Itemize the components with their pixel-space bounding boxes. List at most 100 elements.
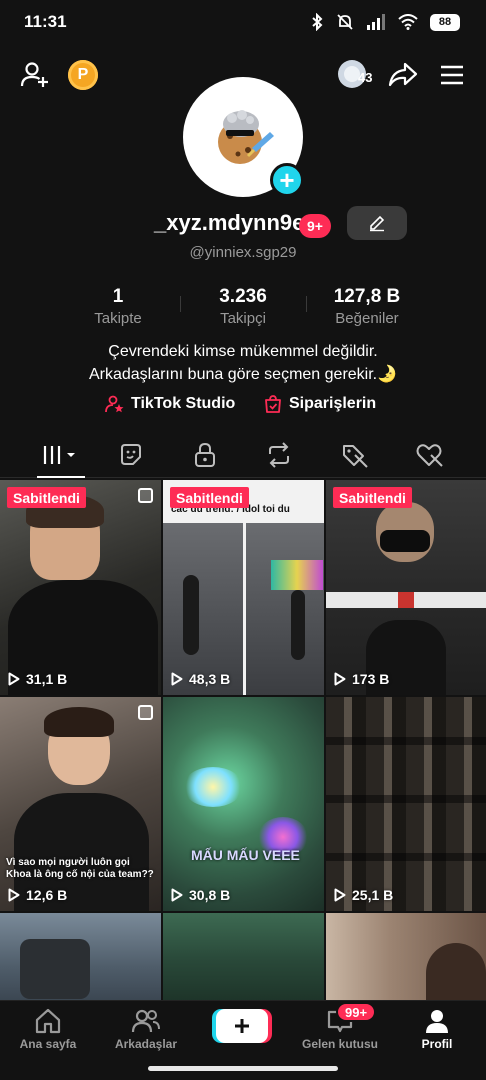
bio-line-2: Arkadaşlarını buna göre seçmen gerekir.🌛 [88,366,398,383]
creator-person-star-icon [105,395,124,413]
hamburger-menu-icon [441,65,463,85]
tab-private[interactable] [175,432,235,478]
edit-profile-button[interactable] [347,206,407,240]
orders-link[interactable]: Siparişlerin [263,394,376,414]
video-tile[interactable]: Sabitlendi 173 B [326,480,486,695]
videos-grid-icon [43,446,75,464]
multi-image-icon [138,488,153,503]
orders-label: Siparişlerin [289,395,377,412]
tiktok-studio-link[interactable]: TikTok Studio [105,394,235,414]
play-icon [334,888,346,902]
active-tab-indicator [37,476,85,478]
video-thumbnail-mask [380,530,430,552]
pinned-badge: Sabitlendi [333,487,412,508]
play-icon [171,888,183,902]
video-tile[interactable] [326,913,486,1000]
video-tile[interactable]: Vì sao mọi người luôn gọi Khoa là ông cố… [0,697,161,911]
video-thumbnail-dancer [291,590,305,660]
inbox-badge: 99+ [336,1002,377,1022]
bluetooth-icon [312,13,323,31]
coins-button[interactable]: P [68,60,98,90]
video-thumbnail-dancer [183,575,199,655]
nav-home[interactable]: Ana sayfa [0,1007,98,1051]
battery-indicator: 88 [430,13,460,31]
view-count-text: 12,6 B [26,887,68,903]
view-count-text: 30,8 B [189,887,231,903]
bio-line-1: Çevrendeki kimse mükemmel değildir. [108,343,378,360]
bottom-navigation: Ana sayfa Arkadaşlar Gelen kutusu Profil [0,1000,486,1060]
status-icons: 88 [310,13,460,31]
nav-profile-label: Profil [421,1037,453,1051]
profile-handle: @yinniex.sgp29 [189,244,297,261]
video-thumbnail-overlay [326,697,486,911]
view-count-text: 173 B [352,671,390,687]
followers-stat[interactable]: 3.236 Takipçi [183,286,303,327]
followers-count: 3.236 [219,286,267,307]
following-label: Takipte [94,310,142,327]
video-grid: Sabitlendi 31,1 B các du trend: / Idol t… [0,480,486,1000]
video-thumbnail [163,697,324,911]
tab-hidden-tags[interactable] [325,432,385,478]
add-story-plus-button[interactable]: + [270,163,304,197]
following-count: 1 [112,286,124,307]
home-icon [35,1008,61,1034]
tiktok-studio-label: TikTok Studio [131,395,236,412]
username-notification-badge[interactable]: 9+ [299,214,331,238]
profile-bio: Çevrendeki kimse mükemmel değildir. Arka… [0,340,486,386]
coin-icon: P [68,60,98,90]
tab-reposts[interactable] [249,432,309,478]
video-thumbnail-hair [44,707,114,737]
lock-icon [195,442,215,467]
pinned-badge: Sabitlendi [170,487,249,508]
video-caption: Vì sao mọi người luôn gọi Khoa là ông cố… [6,857,154,880]
profile-stats: 1 Takipte 3.236 Takipçi 127,8 B Beğenile… [0,286,486,330]
video-tile[interactable]: MẤU MẤU VEEE 30,8 B [163,697,324,911]
plus-icon [235,1019,249,1033]
home-indicator[interactable] [148,1066,338,1071]
view-count: 25,1 B [334,887,393,903]
shopping-bag-icon [265,395,281,413]
stat-divider [180,296,181,312]
multi-image-icon [138,705,153,720]
video-thumbnail [163,913,324,1000]
avatar-cookie-character-image [218,110,274,164]
likes-stat[interactable]: 127,8 B Beğeniler [307,286,427,327]
share-profile-button[interactable] [386,58,420,92]
video-thumbnail-person [426,943,486,1000]
tab-liked[interactable] [399,432,459,478]
video-tile[interactable]: 25,1 B [326,697,486,911]
menu-button[interactable] [436,58,468,92]
tab-videos[interactable] [31,432,91,478]
share-arrow-icon [388,62,418,87]
followers-label: Takipçi [220,310,266,327]
video-tile[interactable] [0,913,161,1000]
nav-inbox-label: Gelen kutusu [301,1037,378,1051]
story-count: 43 [358,70,373,85]
video-tile[interactable]: Sabitlendi 31,1 B [0,480,161,695]
likes-count: 127,8 B [333,286,401,307]
following-stat[interactable]: 1 Takipte [58,286,178,327]
username: _xyz.mdynn9e [154,210,305,235]
video-tile[interactable] [163,913,324,1000]
video-tile[interactable]: các du trend: / Idol toi du Sabitlendi 4… [163,480,324,695]
video-thumbnail-stage [271,560,323,590]
pencil-icon [370,215,385,232]
create-video-button[interactable] [216,1009,268,1043]
profile-person-icon [426,1010,448,1033]
video-thumbnail-scorebar [326,592,486,608]
pinned-badge: Sabitlendi [7,487,86,508]
hidden-heart-icon [416,444,443,467]
hidden-tag-icon [343,445,368,468]
video-thumbnail-chair [20,939,90,999]
tab-favorites[interactable] [101,432,161,478]
nav-profile[interactable]: Profil [387,1007,486,1051]
username-row: _xyz.mdynn9e 9+ [0,206,486,240]
nav-friends[interactable]: Arkadaşlar [96,1007,196,1051]
mute-icon [337,14,353,30]
add-friend-button[interactable] [18,58,52,92]
stories-button[interactable]: 43 [336,58,380,92]
status-time: 11:31 [24,12,67,31]
repost-icon [269,442,289,468]
nav-friends-label: Arkadaşlar [114,1037,178,1051]
status-bar: 11:31 88 [0,0,486,44]
